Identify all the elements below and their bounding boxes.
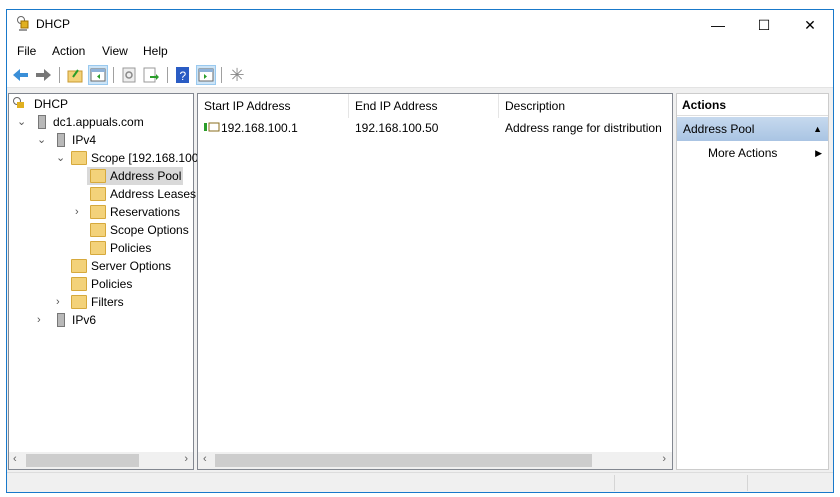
- dhcp-app-icon: [16, 16, 30, 32]
- toolbar: ? ✳: [7, 62, 833, 88]
- minimize-button[interactable]: —: [695, 10, 741, 40]
- column-description[interactable]: Description: [499, 94, 672, 118]
- scrollbar-thumb[interactable]: [26, 454, 139, 467]
- server-options-icon: [71, 259, 87, 273]
- refresh-icon[interactable]: [119, 65, 139, 85]
- menu-view[interactable]: View: [102, 44, 128, 58]
- scroll-left-icon[interactable]: ‹: [203, 453, 207, 465]
- back-icon[interactable]: [11, 65, 31, 85]
- forward-icon[interactable]: [33, 65, 53, 85]
- maximize-button[interactable]: ☐: [741, 10, 787, 40]
- list-horizontal-scrollbar[interactable]: ‹ ›: [198, 452, 672, 469]
- actions-pane: Actions Address Pool ▲ More Actions ▶: [676, 93, 829, 470]
- tree-item-filters[interactable]: › Filters: [9, 293, 193, 311]
- server-icon: [38, 115, 46, 129]
- tree-item-server-options[interactable]: Server Options: [68, 257, 193, 275]
- export-list-icon[interactable]: [141, 65, 161, 85]
- ip-range-icon: [203, 121, 221, 136]
- close-button[interactable]: ✕: [787, 10, 833, 40]
- column-end-ip[interactable]: End IP Address: [349, 94, 499, 118]
- menu-bar: File Action View Help: [7, 40, 833, 62]
- dhcp-window: DHCP — ☐ ✕ File Action View Help ? ✳ DHC…: [6, 9, 834, 493]
- tree-item-policies[interactable]: Policies: [68, 275, 193, 293]
- menu-help[interactable]: Help: [143, 44, 168, 58]
- tree-pane: DHCP ⌄ dc1.appuals.com ⌄ IPv4 ⌄ Scope [192.…: [8, 93, 202, 470]
- title-bar: DHCP — ☐ ✕: [7, 10, 833, 40]
- tree-item-ipv6[interactable]: › IPv6: [9, 311, 193, 329]
- menu-file[interactable]: File: [17, 44, 36, 58]
- chevron-right-icon[interactable]: ›: [56, 293, 60, 311]
- list-pane: Start IP Address End IP Address Descript…: [197, 93, 673, 470]
- svg-text:?: ?: [180, 69, 187, 83]
- tree-item-address-leases[interactable]: Address Leases: [87, 185, 196, 203]
- tree-item-dhcp[interactable]: DHCP: [9, 95, 193, 113]
- tree-item-scope-options[interactable]: Scope Options: [87, 221, 193, 239]
- window-title: DHCP: [36, 17, 71, 31]
- scroll-right-icon[interactable]: ›: [662, 453, 666, 465]
- new-star-icon[interactable]: ✳: [227, 65, 247, 85]
- up-folder-icon[interactable]: [65, 65, 85, 85]
- tree-item-reservations[interactable]: › Reservations: [9, 203, 193, 221]
- server-check-icon: [57, 313, 65, 327]
- column-start-ip[interactable]: Start IP Address: [198, 94, 349, 118]
- tree-item-ipv4[interactable]: ⌄ IPv4: [9, 131, 193, 149]
- tree-item-scope[interactable]: ⌄ Scope [192.168.100.: [9, 149, 202, 167]
- help-icon[interactable]: ?: [173, 65, 193, 85]
- address-leases-icon: [90, 187, 106, 201]
- action-more-actions[interactable]: More Actions ▶: [708, 142, 828, 164]
- scrollbar-thumb[interactable]: [215, 454, 592, 467]
- policies-icon: [71, 277, 87, 291]
- chevron-right-icon[interactable]: ›: [37, 311, 41, 329]
- actions-section-address-pool[interactable]: Address Pool ▲: [677, 117, 828, 141]
- actions-header: Actions: [677, 94, 828, 116]
- tree-item-address-pool[interactable]: Address Pool: [87, 167, 183, 185]
- scroll-left-icon[interactable]: ‹: [13, 453, 17, 465]
- reservations-icon: [90, 205, 106, 219]
- dhcp-icon: [12, 97, 28, 111]
- show-action-pane-icon[interactable]: [196, 65, 216, 85]
- server-check-icon: [57, 133, 65, 147]
- folder-icon: [71, 151, 87, 165]
- chevron-right-icon[interactable]: ›: [75, 203, 79, 221]
- tree-horizontal-scrollbar[interactable]: ‹ ›: [9, 452, 193, 469]
- scroll-right-icon[interactable]: ›: [184, 453, 188, 465]
- chevron-down-icon[interactable]: ⌄: [37, 131, 46, 149]
- show-hide-tree-icon[interactable]: [88, 65, 108, 85]
- filters-icon: [71, 295, 87, 309]
- chevron-down-icon[interactable]: ⌄: [17, 113, 26, 131]
- tree-item-scope-policies[interactable]: Policies: [87, 239, 193, 257]
- scope-options-icon: [90, 223, 106, 237]
- menu-action[interactable]: Action: [52, 44, 85, 58]
- chevron-down-icon[interactable]: ⌄: [56, 149, 65, 167]
- policies-icon: [90, 241, 106, 255]
- status-bar: [7, 472, 833, 492]
- tree-item-server[interactable]: ⌄ dc1.appuals.com: [9, 113, 193, 131]
- collapse-up-icon[interactable]: ▲: [813, 117, 822, 141]
- submenu-arrow-icon: ▶: [815, 148, 822, 158]
- address-pool-icon: [90, 169, 106, 183]
